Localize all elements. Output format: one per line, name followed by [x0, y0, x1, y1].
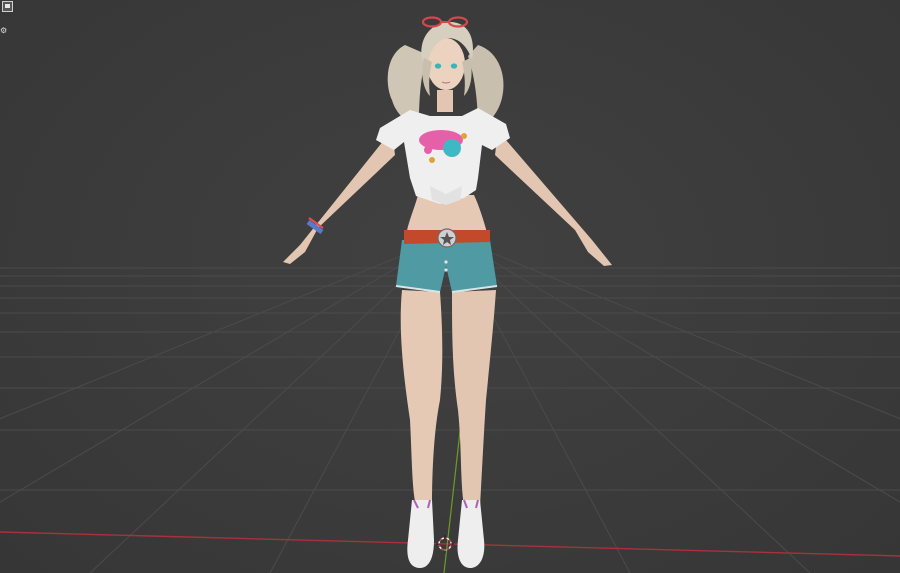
view-options-icon[interactable]: ⚙ [0, 27, 8, 35]
neck [437, 90, 453, 112]
left-eye [434, 63, 442, 69]
t-shirt [376, 108, 510, 204]
left-arm [283, 130, 395, 264]
left-leg [400, 290, 443, 506]
denim-shorts [396, 240, 497, 292]
viewport-toggle-icon[interactable] [2, 1, 13, 12]
right-leg [452, 290, 496, 506]
right-arm [495, 130, 612, 266]
character-model[interactable] [283, 16, 612, 569]
left-shoe [407, 500, 434, 568]
viewport-canvas [0, 16, 900, 573]
3d-viewport[interactable]: ⚙ [0, 0, 900, 573]
right-eye [450, 63, 458, 69]
right-shoe [457, 500, 485, 568]
